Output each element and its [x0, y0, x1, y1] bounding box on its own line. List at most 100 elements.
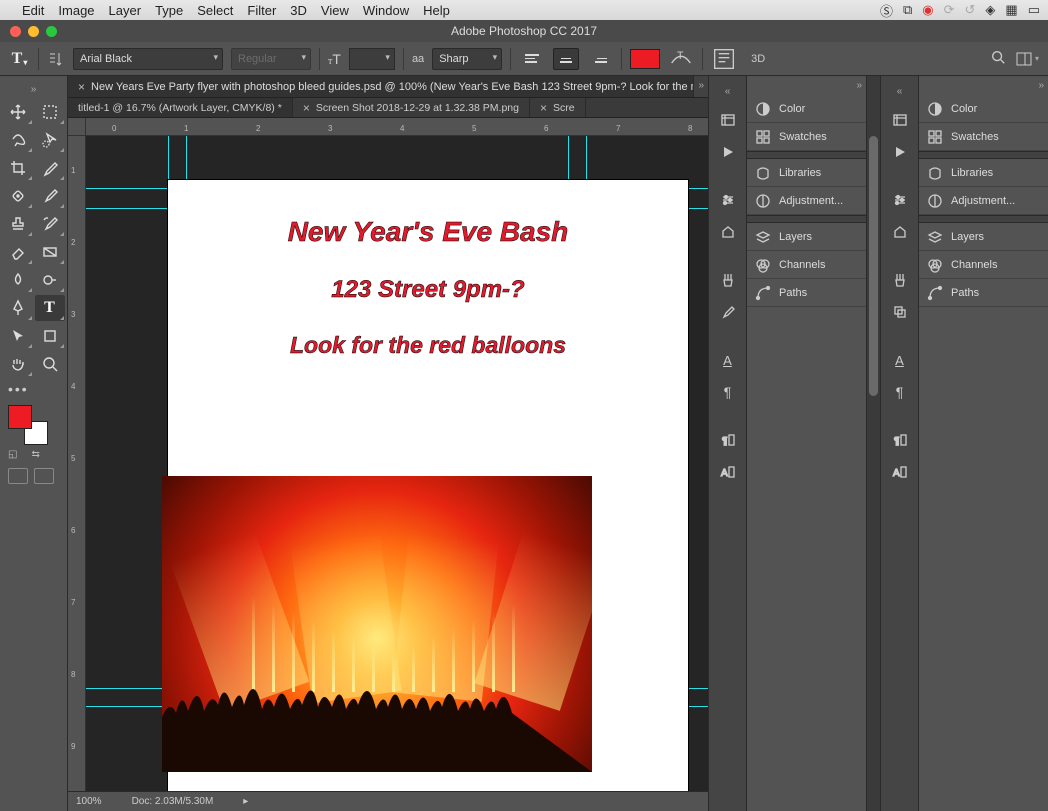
paragraph-panel-icon[interactable]: ¶ [714, 379, 742, 405]
menu-layer[interactable]: Layer [109, 3, 142, 18]
navigator-panel-icon[interactable] [886, 219, 914, 245]
ruler-horizontal[interactable]: 01234567891011 [86, 118, 708, 136]
window-minimize-button[interactable] [28, 26, 39, 37]
record-icon[interactable]: ◉ [922, 2, 933, 18]
document-tab-2[interactable]: ×Screen Shot 2018-12-29 at 1.32.38 PM.pn… [293, 98, 530, 117]
menu-select[interactable]: Select [197, 3, 233, 18]
history-panel-icon[interactable] [714, 107, 742, 133]
brush-tool[interactable] [35, 183, 65, 209]
libraries-panel-tab[interactable]: Libraries [919, 159, 1048, 187]
history-panel-icon[interactable] [886, 107, 914, 133]
swatches-panel-tab[interactable]: Swatches [919, 123, 1048, 151]
para-styles-panel-icon[interactable]: A [886, 459, 914, 485]
dodge-tool[interactable] [35, 267, 65, 293]
gradient-tool[interactable] [35, 239, 65, 265]
eyedropper-tool[interactable] [35, 155, 65, 181]
properties-panel-icon[interactable] [886, 187, 914, 213]
quick-select-tool[interactable] [35, 127, 65, 153]
history-brush-tool[interactable] [35, 211, 65, 237]
zoom-tool[interactable] [35, 351, 65, 377]
document-tab-3[interactable]: ×Scre [530, 98, 586, 117]
hand-tool[interactable] [3, 351, 33, 377]
foreground-color-swatch[interactable] [8, 405, 32, 429]
align-right-button[interactable] [587, 48, 613, 70]
wifi-icon[interactable]: ◈ [985, 2, 995, 18]
character-panel-icon[interactable]: A [886, 347, 914, 373]
document-tab-main[interactable]: × New Years Eve Party flyer with photosh… [68, 76, 694, 97]
actions-panel-icon[interactable] [714, 139, 742, 165]
sync-icon[interactable]: ⟳ [944, 2, 955, 18]
dock-collapse-icon[interactable]: » [1034, 76, 1048, 95]
menu-3d[interactable]: 3D [290, 3, 307, 18]
dropbox-icon[interactable]: ⧉ [903, 2, 912, 18]
edit-toolbar-button[interactable]: ••• [8, 381, 29, 397]
properties-panel-icon[interactable] [714, 187, 742, 213]
layers-panel-tab[interactable]: Layers [747, 223, 866, 251]
layers-panel-tab[interactable]: Layers [919, 223, 1048, 251]
menu-image[interactable]: Image [58, 3, 94, 18]
tabs-overflow-icon[interactable]: » [694, 76, 708, 97]
ruler-origin[interactable] [68, 118, 86, 136]
crop-tool[interactable] [3, 155, 33, 181]
date-icon[interactable]: ▦ [1005, 2, 1017, 18]
tab-close-icon[interactable]: × [78, 80, 85, 94]
character-panel-button[interactable] [711, 48, 737, 70]
tools-collapse-icon[interactable]: » [27, 80, 41, 99]
current-tool-icon[interactable]: T▾ [8, 48, 30, 70]
tab-close-icon[interactable]: × [303, 101, 310, 115]
window-close-button[interactable] [10, 26, 21, 37]
tab-close-icon[interactable]: × [540, 101, 547, 115]
info-panel-icon[interactable] [714, 219, 742, 245]
paths-panel-tab[interactable]: Paths [919, 279, 1048, 307]
eraser-tool[interactable] [3, 239, 33, 265]
move-tool[interactable] [3, 99, 33, 125]
scrollbar-thumb[interactable] [869, 136, 878, 396]
canvas-viewport[interactable]: 01234567891011 12345678910 New Year's Ev… [68, 118, 708, 791]
menu-help[interactable]: Help [423, 3, 450, 18]
brushes-panel-icon[interactable] [714, 267, 742, 293]
path-select-tool[interactable] [3, 323, 33, 349]
align-center-button[interactable] [553, 48, 579, 70]
actions-panel-icon[interactable] [886, 139, 914, 165]
color-panel-tab[interactable]: Color [919, 95, 1048, 123]
flyer-image-layer[interactable] [162, 476, 592, 772]
char-styles-panel-icon[interactable]: ¶ [714, 427, 742, 453]
stamp-tool[interactable] [3, 211, 33, 237]
para-styles-panel-icon[interactable]: A [714, 459, 742, 485]
adjustments-panel-tab[interactable]: Adjustment... [919, 187, 1048, 215]
libraries-panel-tab[interactable]: Libraries [747, 159, 866, 187]
font-style-select[interactable]: Regular [231, 48, 311, 70]
document-tab-1[interactable]: titled-1 @ 16.7% (Artwork Layer, CMYK/8)… [68, 98, 293, 117]
blur-tool[interactable] [3, 267, 33, 293]
dock-collapse-icon[interactable]: « [893, 82, 907, 101]
search-icon[interactable] [990, 49, 1006, 68]
status-more-icon[interactable]: ▸ [243, 796, 248, 807]
healing-tool[interactable] [3, 183, 33, 209]
default-colors-icon[interactable]: ◱ [8, 449, 17, 460]
workspace-switcher-button[interactable]: ▾ [1014, 48, 1040, 70]
skype-icon[interactable]: Ⓢ [880, 1, 893, 20]
quickmask-button[interactable] [8, 468, 28, 484]
scrollbar-vertical[interactable] [866, 76, 880, 811]
menu-filter[interactable]: Filter [247, 3, 276, 18]
swap-colors-icon[interactable]: ⇆ [31, 449, 39, 460]
adjustments-panel-tab[interactable]: Adjustment... [747, 187, 866, 215]
menu-view[interactable]: View [321, 3, 349, 18]
marquee-tool[interactable] [35, 99, 65, 125]
window-zoom-button[interactable] [46, 26, 57, 37]
paragraph-panel-icon[interactable]: ¶ [886, 379, 914, 405]
char-styles-panel-icon[interactable]: ¶ [886, 427, 914, 453]
lasso-tool[interactable] [3, 127, 33, 153]
dock-collapse-icon[interactable]: » [852, 76, 866, 95]
swatches-panel-tab[interactable]: Swatches [747, 123, 866, 151]
screenmode-button[interactable] [34, 468, 54, 484]
canvas[interactable]: New Year's Eve Bash 123 Street 9pm-? Loo… [168, 180, 688, 791]
shape-tool[interactable] [35, 323, 65, 349]
text-color-swatch[interactable] [630, 49, 660, 69]
character-panel-icon[interactable]: A [714, 347, 742, 373]
timemachine-icon[interactable]: ↺ [965, 2, 976, 18]
font-size-input[interactable] [349, 48, 395, 70]
paths-panel-tab[interactable]: Paths [747, 279, 866, 307]
font-family-select[interactable]: Arial Black [73, 48, 223, 70]
channels-panel-tab[interactable]: Channels [919, 251, 1048, 279]
